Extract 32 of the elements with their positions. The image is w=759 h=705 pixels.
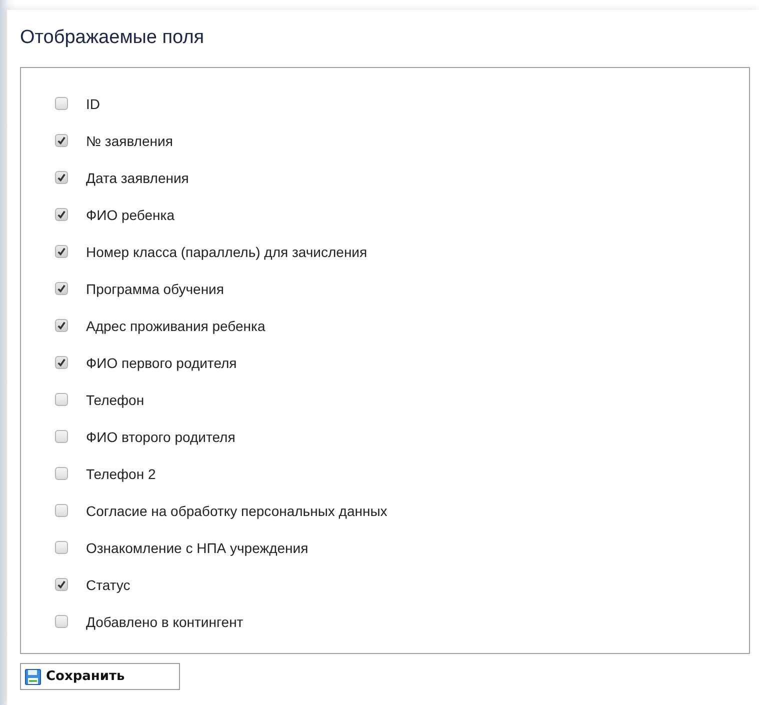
checkbox[interactable] bbox=[55, 171, 68, 184]
checkbox[interactable] bbox=[55, 578, 68, 591]
checkbox[interactable] bbox=[55, 319, 68, 332]
field-label: ID bbox=[86, 96, 100, 112]
field-label: Программа обучения bbox=[86, 280, 224, 296]
checkbox[interactable] bbox=[55, 208, 68, 221]
checkbox[interactable] bbox=[55, 615, 68, 628]
field-label: Ознакомление с НПА учреждения bbox=[86, 540, 308, 556]
field-label: № заявления bbox=[86, 132, 173, 148]
field-label: Дата заявления bbox=[86, 170, 189, 186]
field-label: Согласие на обработку персональных данных bbox=[86, 502, 388, 518]
field-label: Телефон bbox=[86, 392, 144, 408]
checkbox[interactable] bbox=[55, 282, 68, 295]
checkbox[interactable] bbox=[55, 356, 68, 369]
checkbox[interactable] bbox=[55, 467, 68, 480]
checkbox[interactable] bbox=[55, 393, 68, 406]
checkbox[interactable] bbox=[55, 245, 68, 258]
checkbox[interactable] bbox=[55, 430, 68, 443]
field-label: Статус bbox=[86, 576, 130, 592]
save-button[interactable]: Сохранить bbox=[20, 663, 180, 690]
field-label: ФИО первого родителя bbox=[86, 354, 237, 370]
checkbox[interactable] bbox=[55, 541, 68, 554]
field-label: ФИО второго родителя bbox=[86, 428, 236, 444]
field-label: Телефон 2 bbox=[86, 466, 156, 482]
section-title: Отображаемые поля bbox=[20, 27, 206, 49]
field-label: Адрес проживания ребенка bbox=[86, 318, 266, 334]
field-label: Номер класса (параллель) для зачисления bbox=[86, 244, 368, 260]
field-label: ФИО ребенка bbox=[86, 206, 174, 222]
checkbox[interactable] bbox=[55, 134, 68, 147]
checkbox[interactable] bbox=[55, 504, 68, 517]
checkbox[interactable] bbox=[55, 97, 68, 110]
field-label: Добавлено в контингент bbox=[86, 614, 244, 630]
